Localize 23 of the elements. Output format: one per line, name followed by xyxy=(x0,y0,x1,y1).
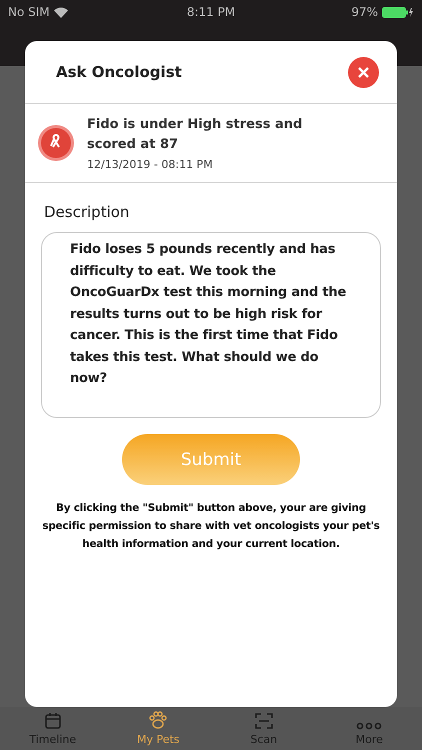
tab-item[interactable]: More xyxy=(316,707,422,750)
calendar-icon xyxy=(44,712,62,730)
scan-icon xyxy=(254,712,273,730)
submit-button[interactable]: Submit xyxy=(122,434,300,485)
wifi-icon xyxy=(54,6,68,18)
close-icon xyxy=(358,66,369,78)
description-label: Description xyxy=(44,203,130,221)
battery-icon xyxy=(382,6,414,18)
carrier-label: No SIM xyxy=(8,5,50,19)
tab-item[interactable]: Scan xyxy=(211,707,316,750)
ribbon-icon xyxy=(37,124,75,162)
battery-percent: 97% xyxy=(351,5,378,19)
result-timestamp: 12/13/2019 - 08:11 PM xyxy=(87,158,214,171)
permission-notice: By clicking the "Submit" button above, your are giving specific permission to share with vet oncologists your pet's health information and your current location. xyxy=(41,501,381,552)
clock: 8:11 PM xyxy=(186,5,236,19)
tab-item[interactable]: My Pets xyxy=(106,707,211,750)
more-icon xyxy=(356,722,382,730)
description-field[interactable]: Fido loses 5 pounds recently and has difficulty to eat. We took the OncoGuarDx test this morning and the results turns out to be high risk for cancer. This is the first time that Fido takes this test. What should we do now? xyxy=(41,232,381,418)
result-headline: Fido is under High stress and scored at 87 xyxy=(87,116,304,154)
paw-icon xyxy=(147,710,170,730)
tab-item[interactable]: Timeline xyxy=(0,707,106,750)
dialog-title: Ask Oncologist xyxy=(56,63,182,81)
close-button[interactable] xyxy=(348,56,379,88)
